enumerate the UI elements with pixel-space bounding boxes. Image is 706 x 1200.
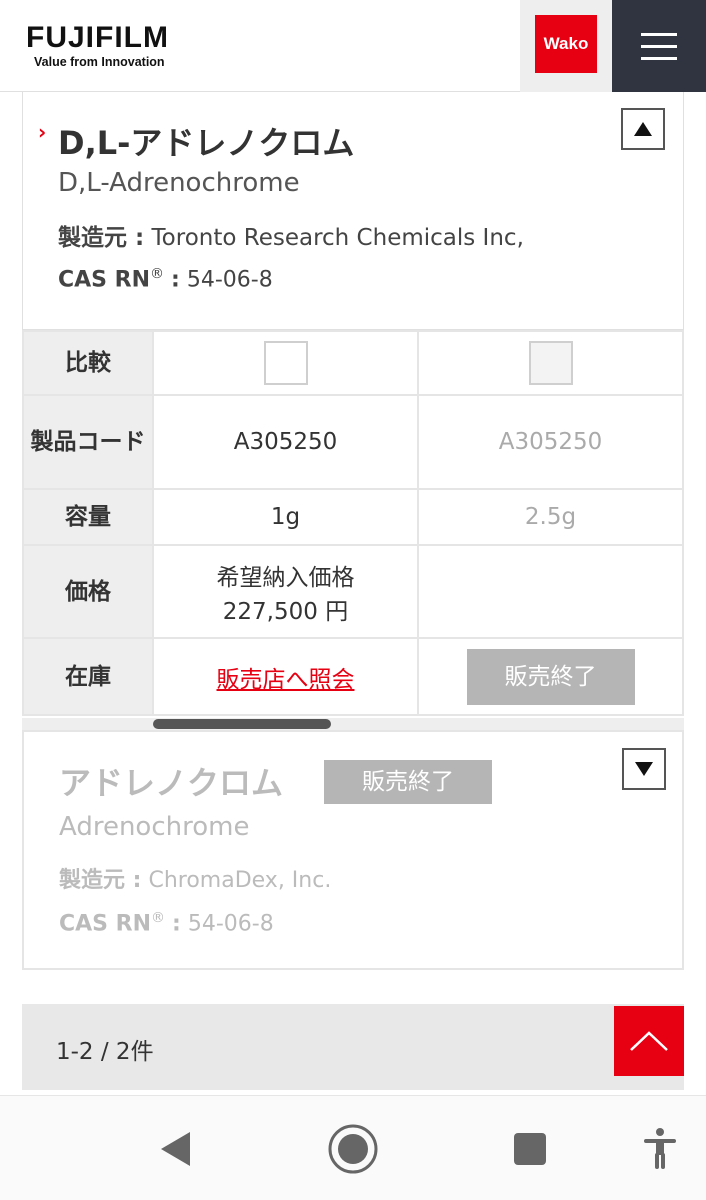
table-row: 容量 1g 2.5g — [22, 488, 684, 546]
accessibility-icon — [644, 1127, 676, 1169]
system-nav-bar — [0, 1095, 706, 1200]
row-header-stock: 在庫 — [22, 637, 154, 716]
table-row: 比較 — [22, 330, 684, 396]
product-maker: 製造元 : ChromaDex, Inc. — [59, 862, 331, 894]
cas-value: 54-06-8 — [187, 911, 274, 937]
logo-tagline: Value from Innovation — [34, 55, 165, 69]
back-nav-button[interactable] — [150, 1096, 200, 1200]
recents-nav-button[interactable] — [510, 1096, 550, 1200]
cas-separator: : — [171, 267, 180, 293]
code-cell-2: A305250 — [417, 394, 684, 490]
site-header: FUJIFILM Value from Innovation Wako — [0, 0, 706, 92]
hamburger-icon-line — [641, 44, 677, 48]
home-nav-button[interactable] — [326, 1096, 380, 1200]
product-maker: 製造元 : Toronto Research Chemicals Inc, — [58, 218, 524, 252]
cas-separator: : — [172, 911, 181, 937]
product-card-2: アドレノクロム 販売終了 Adrenochrome 製造元 : ChromaDe… — [22, 730, 684, 970]
cas-value: 54-06-8 — [186, 267, 273, 293]
price-cell-2 — [417, 544, 684, 639]
product-spec-table: 比較 製品コード A305250 A305250 容量 1g 2.5g 価格 希… — [22, 330, 684, 716]
product-english-name: Adrenochrome — [59, 812, 250, 842]
cas-label: CAS RN — [58, 267, 151, 293]
product-name[interactable]: アドレノクロム — [59, 758, 283, 804]
row-header-volume: 容量 — [22, 488, 154, 546]
horizontal-scrollbar-track[interactable] — [22, 718, 684, 730]
home-circle-icon — [328, 1124, 378, 1173]
product-card-1: › D,L-アドレノクロム D,L-Adrenochrome 製造元 : Tor… — [22, 92, 684, 330]
maker-value: Toronto Research Chemicals Inc, — [151, 225, 524, 251]
horizontal-scrollbar-thumb[interactable] — [153, 719, 331, 729]
maker-label: 製造元 : — [59, 868, 142, 893]
registered-mark: ® — [150, 266, 165, 282]
registered-mark: ® — [151, 910, 166, 926]
maker-label: 製造元 : — [58, 225, 145, 251]
pagination-bar: 1-2 / 2件 — [22, 1004, 684, 1090]
volume-cell-1: 1g — [152, 488, 419, 546]
triangle-down-icon — [635, 762, 653, 776]
logo-wordmark: FUJIFILM — [26, 21, 169, 54]
accessibility-nav-button[interactable] — [638, 1096, 682, 1200]
cas-label: CAS RN — [59, 911, 152, 937]
table-row: 在庫 販売店へ照会 販売終了 — [22, 637, 684, 716]
hamburger-icon — [641, 32, 677, 36]
sold-out-badge: 販売終了 — [324, 760, 492, 804]
table-row: 製品コード A305250 A305250 — [22, 394, 684, 490]
chevron-right-icon: › — [38, 120, 47, 144]
triangle-up-icon — [634, 122, 652, 136]
sold-out-badge: 販売終了 — [466, 648, 635, 705]
wako-button[interactable]: Wako — [535, 15, 597, 73]
product-english-name: D,L-Adrenochrome — [58, 168, 300, 198]
price-cell-1: 希望納入価格 227,500 円 — [152, 544, 419, 639]
expand-button[interactable] — [622, 748, 666, 790]
wako-button-area: Wako — [520, 0, 612, 92]
recents-square-icon — [514, 1132, 546, 1165]
collapse-button[interactable] — [621, 108, 665, 150]
code-cell-1: A305250 — [152, 394, 419, 490]
row-header-price: 価格 — [22, 544, 154, 639]
inquire-dealer-link[interactable]: 販売店へ照会 — [217, 667, 355, 693]
back-to-top-button[interactable] — [614, 1006, 684, 1076]
product-cas: CAS RN® : 54-06-8 — [59, 910, 274, 936]
menu-button[interactable] — [612, 0, 706, 92]
volume-cell-2: 2.5g — [417, 488, 684, 546]
compare-checkbox-disabled — [528, 341, 573, 385]
price-value: 227,500 円 — [222, 598, 349, 625]
result-count: 1-2 / 2件 — [56, 1039, 154, 1065]
compare-cell-1 — [152, 330, 419, 396]
hamburger-icon-line — [641, 56, 677, 60]
compare-cell-2 — [417, 330, 684, 396]
stock-cell-1: 販売店へ照会 — [152, 637, 419, 716]
chevron-up-icon — [630, 1031, 668, 1051]
product-name[interactable]: D,L-アドレノクロム — [58, 118, 354, 164]
table-row: 価格 希望納入価格 227,500 円 — [22, 544, 684, 639]
row-header-compare: 比較 — [22, 330, 154, 396]
compare-checkbox[interactable] — [263, 341, 308, 385]
stock-cell-2: 販売終了 — [417, 637, 684, 716]
fujifilm-logo[interactable]: FUJIFILM Value from Innovation — [26, 21, 169, 70]
back-triangle-icon — [161, 1131, 190, 1166]
product-cas: CAS RN® : 54-06-8 — [58, 266, 273, 292]
price-label: 希望納入価格 — [216, 564, 355, 591]
row-header-code: 製品コード — [22, 394, 154, 490]
maker-value: ChromaDex, Inc. — [148, 868, 332, 893]
